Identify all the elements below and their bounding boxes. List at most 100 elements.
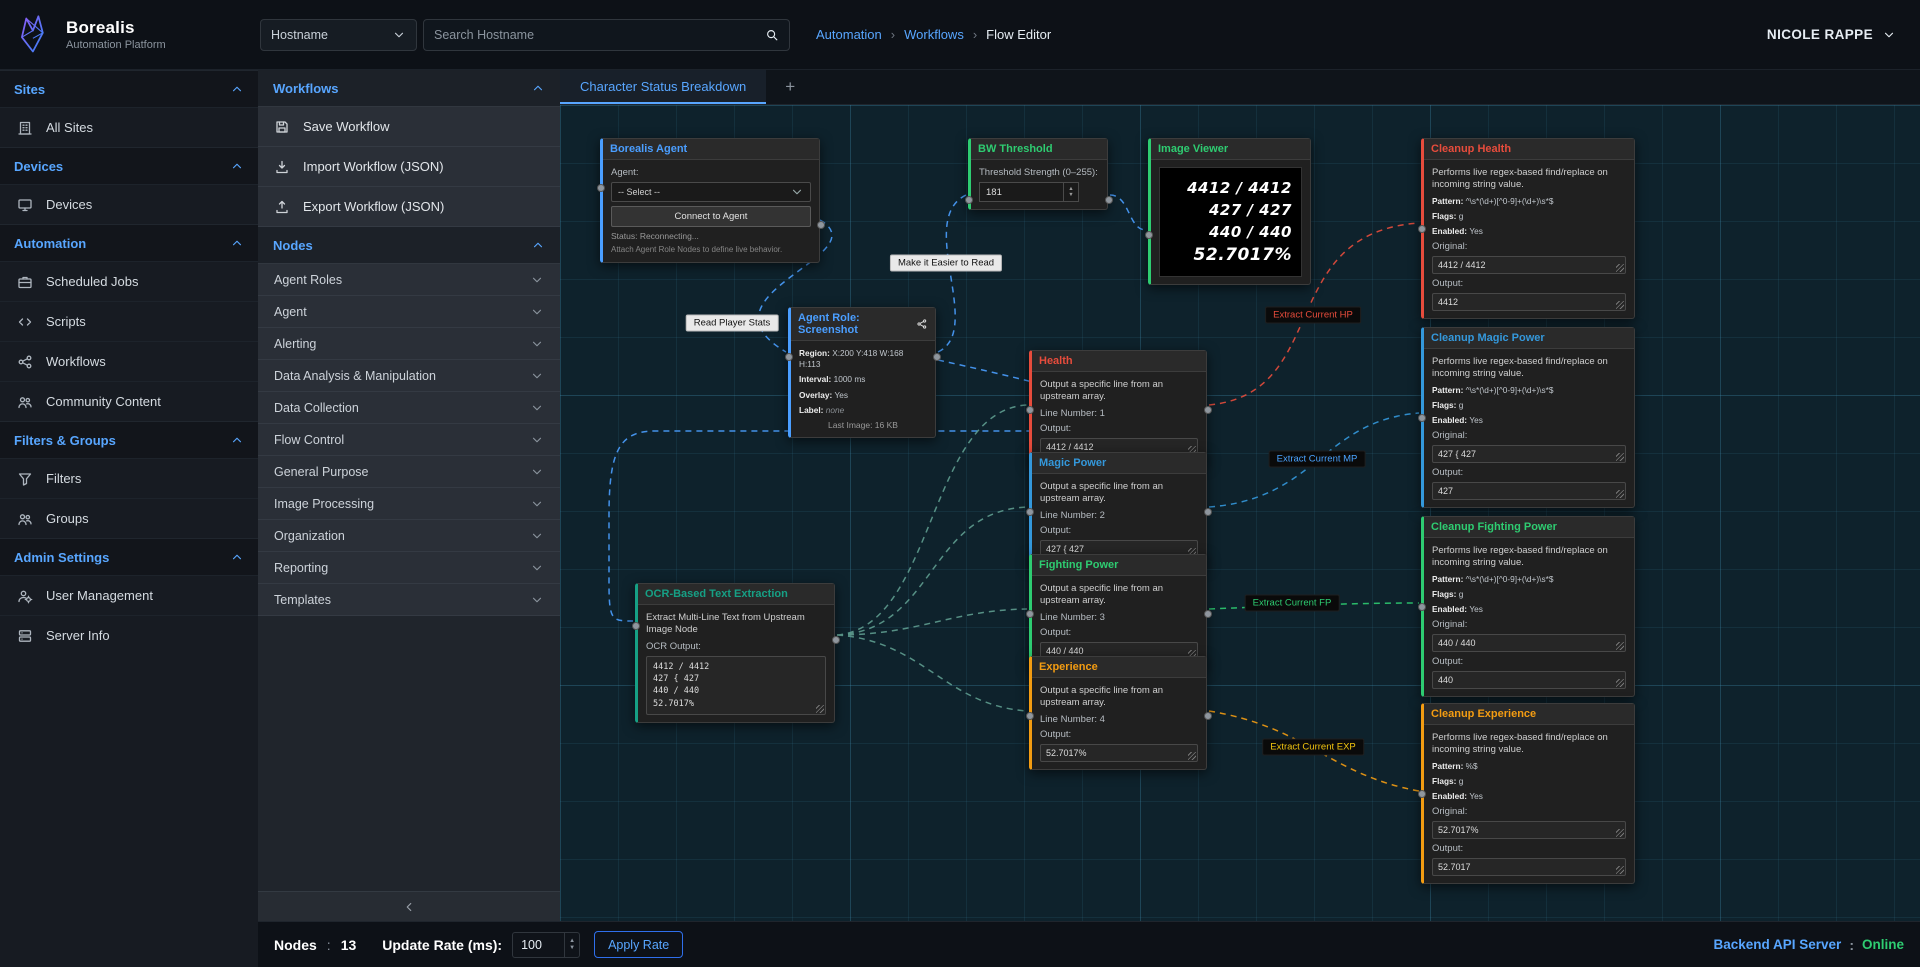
experience-field[interactable]: 52.7017% xyxy=(1040,744,1198,762)
node-agent-role-screenshot-input-port[interactable] xyxy=(785,353,793,361)
node-borealis-agent-input-port[interactable] xyxy=(597,184,605,192)
node-agent-role-screenshot[interactable]: Agent Role: ScreenshotRegion: X:200 Y:41… xyxy=(788,307,936,438)
node-borealis-agent[interactable]: Borealis AgentAgent:-- Select --Connect … xyxy=(600,138,820,263)
node-cleanup-fighting-power-header[interactable]: Cleanup Fighting Power xyxy=(1424,517,1634,538)
ocr-extract-textarea[interactable]: 4412 / 4412 427 { 427 440 / 440 52.7017% xyxy=(646,656,826,715)
panel-action-export-workflow-json[interactable]: Export Workflow (JSON) xyxy=(258,187,560,227)
panel-header-nodes[interactable]: Nodes xyxy=(258,227,560,264)
borealis-agent-select[interactable]: -- Select -- xyxy=(611,182,811,202)
bw-threshold-value-input[interactable]: 181▲▼ xyxy=(979,182,1079,202)
cleanup-magic-power-field[interactable]: 427 { 427 xyxy=(1432,445,1626,463)
node-bw-threshold-header[interactable]: BW Threshold xyxy=(971,139,1107,160)
sidebar-item-scheduled-jobs[interactable]: Scheduled Jobs xyxy=(0,261,258,301)
sidebar-section-automation[interactable]: Automation xyxy=(0,224,258,261)
node-fighting-power-input-port[interactable] xyxy=(1026,610,1034,618)
sidebar-item-user-management[interactable]: User Management xyxy=(0,575,258,615)
node-health[interactable]: HealthOutput a specific line from an ups… xyxy=(1029,350,1207,464)
user-menu[interactable]: NICOLE RAPPE xyxy=(1767,27,1920,42)
collapse-panel-button[interactable] xyxy=(258,891,560,921)
node-category-data-analysis-manipulation[interactable]: Data Analysis & Manipulation xyxy=(258,360,560,392)
node-health-input-port[interactable] xyxy=(1026,406,1034,414)
stepper-icon[interactable]: ▲▼ xyxy=(1063,183,1078,201)
sidebar-section-filters-groups[interactable]: Filters & Groups xyxy=(0,421,258,458)
node-cleanup-magic-power-input-port[interactable] xyxy=(1418,414,1426,422)
add-tab-button[interactable]: + xyxy=(766,70,814,104)
apply-rate-button[interactable]: Apply Rate xyxy=(594,931,683,958)
node-cleanup-health-header[interactable]: Cleanup Health xyxy=(1424,139,1634,160)
sidebar-section-admin-settings[interactable]: Admin Settings xyxy=(0,538,258,575)
hostname-dropdown[interactable]: Hostname xyxy=(260,19,417,51)
node-agent-role-screenshot-header[interactable]: Agent Role: Screenshot xyxy=(791,308,935,341)
node-category-general-purpose[interactable]: General Purpose xyxy=(258,456,560,488)
sidebar-section-devices[interactable]: Devices xyxy=(0,147,258,184)
cleanup-fighting-power-field[interactable]: 440 / 440 xyxy=(1432,634,1626,652)
node-category-reporting[interactable]: Reporting xyxy=(258,552,560,584)
sidebar-item-workflows[interactable]: Workflows xyxy=(0,341,258,381)
node-cleanup-experience[interactable]: Cleanup ExperiencePerforms live regex-ba… xyxy=(1421,703,1635,884)
node-experience-input-port[interactable] xyxy=(1026,712,1034,720)
node-cleanup-experience-input-port[interactable] xyxy=(1418,790,1426,798)
node-category-agent[interactable]: Agent xyxy=(258,296,560,328)
connect-to-agent-button[interactable]: Connect to Agent xyxy=(611,206,811,227)
node-category-alerting[interactable]: Alerting xyxy=(258,328,560,360)
node-cleanup-magic-power[interactable]: Cleanup Magic PowerPerforms live regex-b… xyxy=(1421,327,1635,508)
node-bw-threshold-output-port[interactable] xyxy=(1105,196,1113,204)
panel-header-workflows[interactable]: Workflows xyxy=(258,70,560,107)
node-bw-threshold[interactable]: BW ThresholdThreshold Strength (0–255):1… xyxy=(968,138,1108,210)
node-cleanup-experience-header[interactable]: Cleanup Experience xyxy=(1424,704,1634,725)
node-cleanup-fighting-power[interactable]: Cleanup Fighting PowerPerforms live rege… xyxy=(1421,516,1635,697)
node-borealis-agent-output-port[interactable] xyxy=(817,221,825,229)
node-category-image-processing[interactable]: Image Processing xyxy=(258,488,560,520)
node-magic-power-output-port[interactable] xyxy=(1204,508,1212,516)
node-magic-power[interactable]: Magic PowerOutput a specific line from a… xyxy=(1029,452,1207,566)
flow-canvas[interactable]: Borealis AgentAgent:-- Select --Connect … xyxy=(560,105,1920,921)
node-ocr-extract-header[interactable]: OCR-Based Text Extraction xyxy=(638,584,834,605)
search-input[interactable]: Search Hostname xyxy=(423,19,790,51)
stepper-icon[interactable]: ▲▼ xyxy=(564,933,579,957)
node-cleanup-magic-power-header[interactable]: Cleanup Magic Power xyxy=(1424,328,1634,349)
node-category-agent-roles[interactable]: Agent Roles xyxy=(258,264,560,296)
node-health-header[interactable]: Health xyxy=(1032,351,1206,372)
node-category-templates[interactable]: Templates xyxy=(258,584,560,616)
node-cleanup-fighting-power-input-port[interactable] xyxy=(1418,603,1426,611)
sidebar-item-community-content[interactable]: Community Content xyxy=(0,381,258,421)
node-fighting-power-header[interactable]: Fighting Power xyxy=(1032,555,1206,576)
node-fighting-power[interactable]: Fighting PowerOutput a specific line fro… xyxy=(1029,554,1207,668)
sidebar-item-filters[interactable]: Filters xyxy=(0,458,258,498)
node-category-data-collection[interactable]: Data Collection xyxy=(258,392,560,424)
breadcrumb-automation[interactable]: Automation xyxy=(816,27,882,42)
node-cleanup-health-input-port[interactable] xyxy=(1418,225,1426,233)
node-image-viewer[interactable]: Image Viewer4412 / 4412427 / 427440 / 44… xyxy=(1148,138,1311,285)
cleanup-magic-power-field[interactable]: 427 xyxy=(1432,482,1626,500)
cleanup-health-field[interactable]: 4412 xyxy=(1432,293,1626,311)
node-agent-role-screenshot-output-port[interactable] xyxy=(933,353,941,361)
sidebar-item-devices[interactable]: Devices xyxy=(0,184,258,224)
panel-action-import-workflow-json[interactable]: Import Workflow (JSON) xyxy=(258,147,560,187)
breadcrumb-workflows[interactable]: Workflows xyxy=(904,27,964,42)
sidebar-section-sites[interactable]: Sites xyxy=(0,70,258,107)
node-ocr-extract[interactable]: OCR-Based Text ExtractionExtract Multi-L… xyxy=(635,583,835,723)
node-fighting-power-output-port[interactable] xyxy=(1204,610,1212,618)
node-experience[interactable]: ExperienceOutput a specific line from an… xyxy=(1029,656,1207,770)
node-experience-header[interactable]: Experience xyxy=(1032,657,1206,678)
node-image-viewer-header[interactable]: Image Viewer xyxy=(1151,139,1310,160)
tab-character-status-breakdown[interactable]: Character Status Breakdown xyxy=(560,70,766,104)
node-category-flow-control[interactable]: Flow Control xyxy=(258,424,560,456)
cleanup-fighting-power-field[interactable]: 440 xyxy=(1432,671,1626,689)
node-magic-power-input-port[interactable] xyxy=(1026,508,1034,516)
sidebar-item-groups[interactable]: Groups xyxy=(0,498,258,538)
node-cleanup-health[interactable]: Cleanup HealthPerforms live regex-based … xyxy=(1421,138,1635,319)
node-magic-power-header[interactable]: Magic Power xyxy=(1032,453,1206,474)
update-rate-input[interactable]: 100 ▲▼ xyxy=(512,932,580,958)
node-health-output-port[interactable] xyxy=(1204,406,1212,414)
node-experience-output-port[interactable] xyxy=(1204,712,1212,720)
cleanup-experience-field[interactable]: 52.7017 xyxy=(1432,858,1626,876)
panel-action-save-workflow[interactable]: Save Workflow xyxy=(258,107,560,147)
cleanup-experience-field[interactable]: 52.7017% xyxy=(1432,821,1626,839)
node-ocr-extract-input-port[interactable] xyxy=(632,622,640,630)
node-borealis-agent-header[interactable]: Borealis Agent xyxy=(603,139,819,160)
sidebar-item-all-sites[interactable]: All Sites xyxy=(0,107,258,147)
sidebar-item-server-info[interactable]: Server Info xyxy=(0,615,258,655)
node-category-organization[interactable]: Organization xyxy=(258,520,560,552)
node-image-viewer-input-port[interactable] xyxy=(1145,231,1153,239)
